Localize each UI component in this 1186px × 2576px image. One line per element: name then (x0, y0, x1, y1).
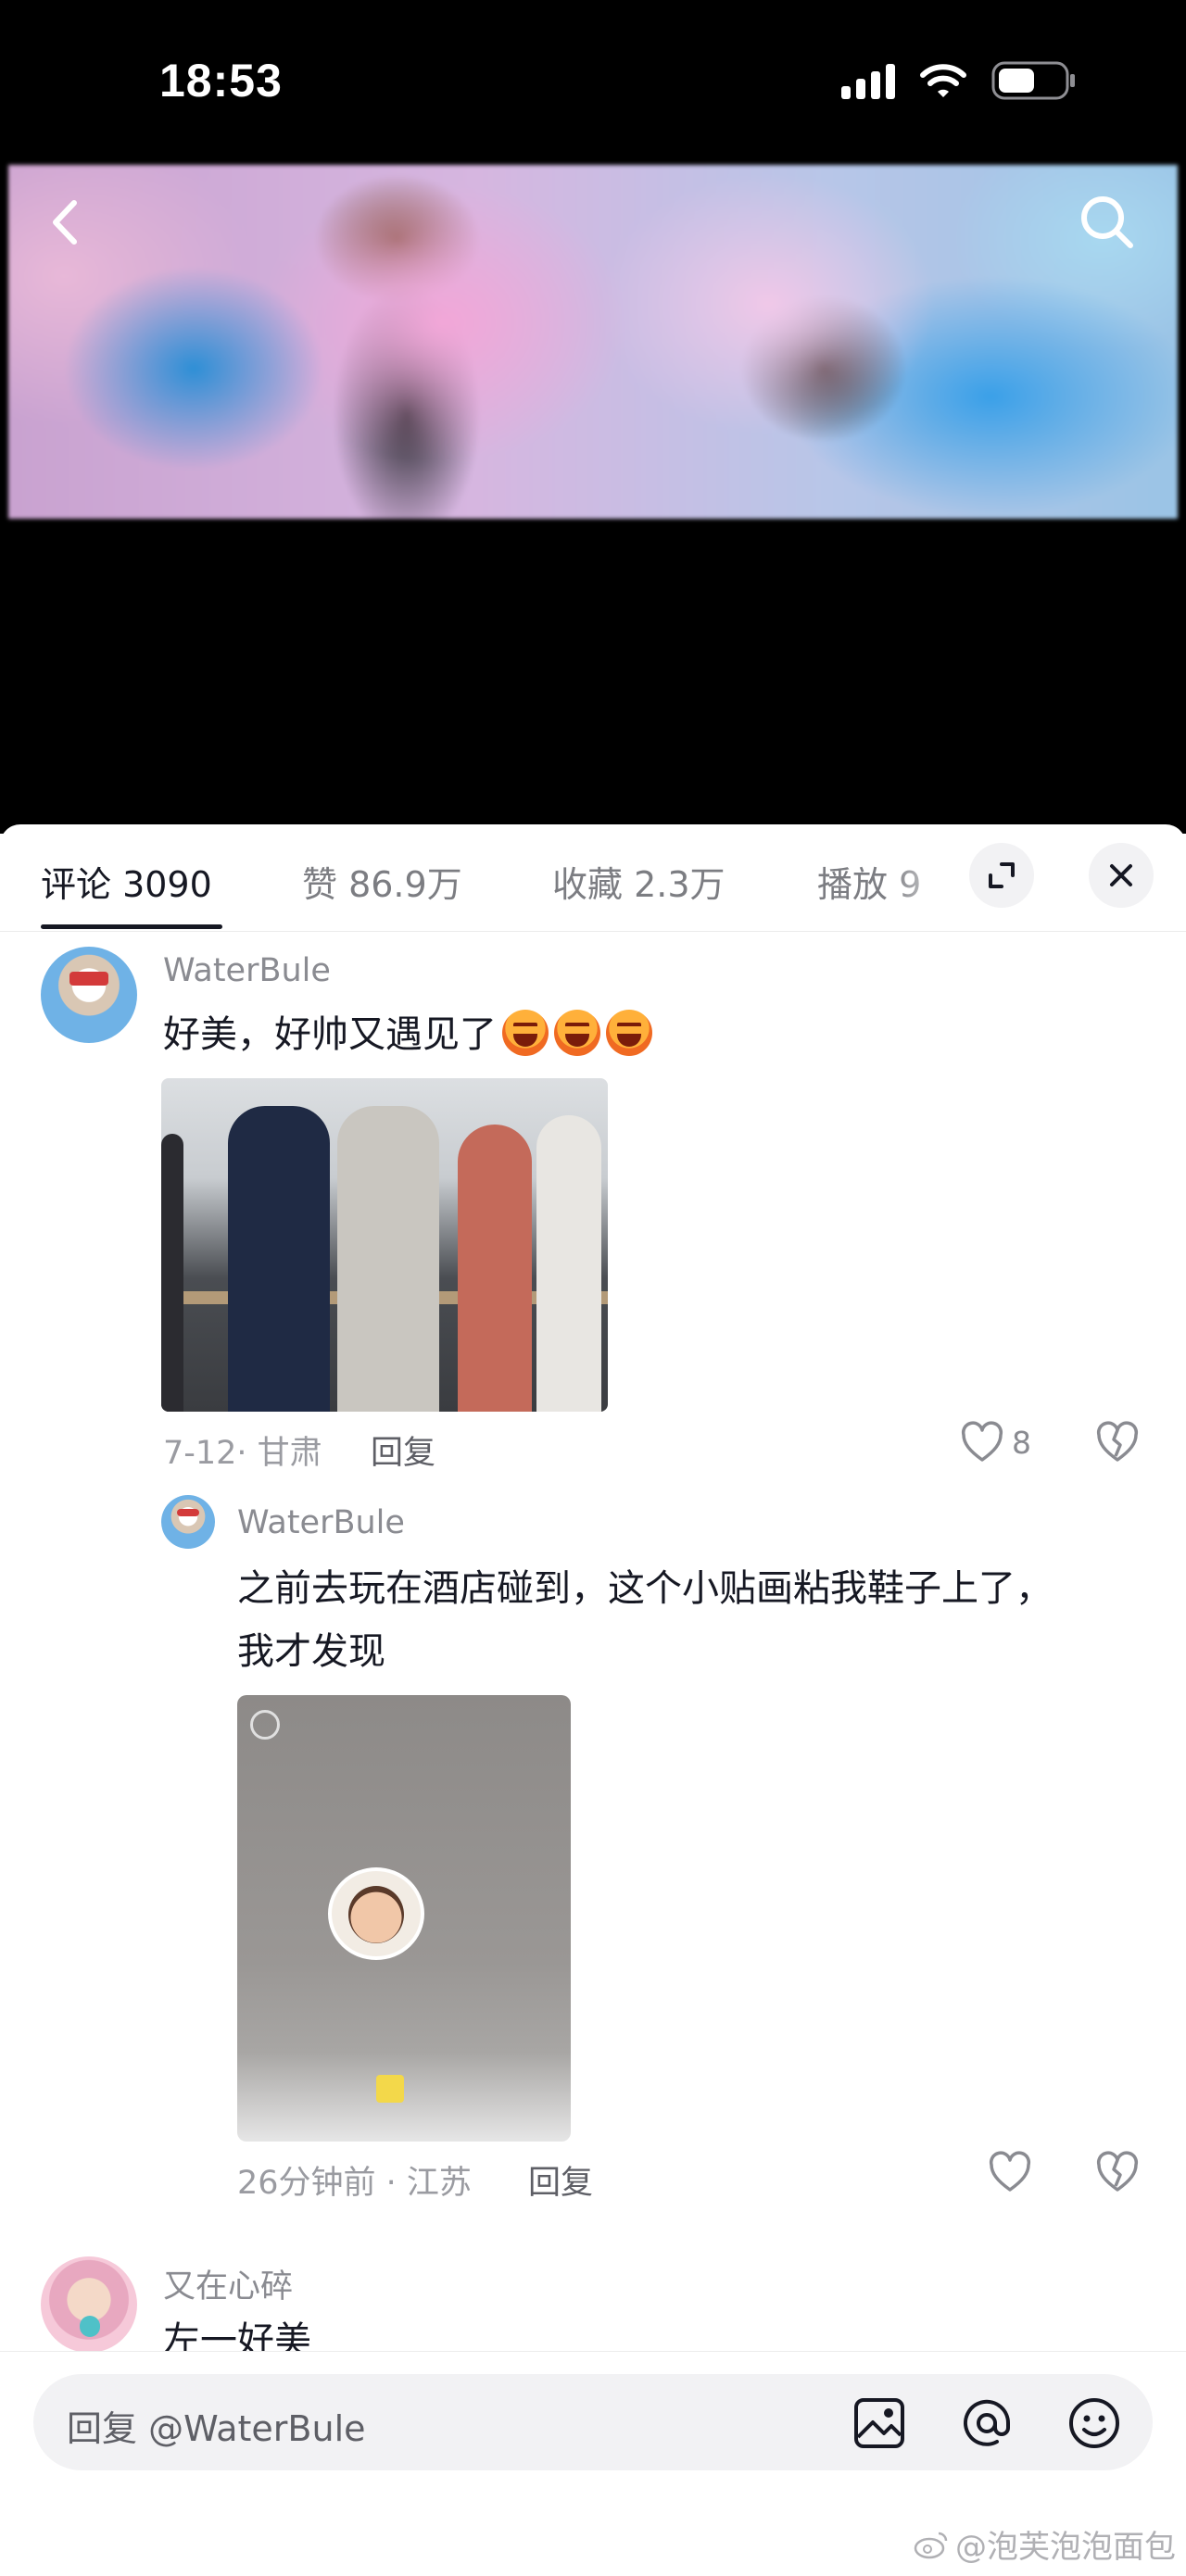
tab-fade (890, 843, 964, 917)
avatar[interactable] (41, 2256, 137, 2353)
reply-date-location: 26分钟前 · 江苏 (237, 2165, 472, 2202)
photo-person (458, 1125, 532, 1412)
at-icon[interactable] (954, 2391, 1019, 2456)
reply-text-line1: 之前去玩在酒店碰到，这个小贴画粘我鞋子上了， (237, 1567, 1053, 1610)
battery-icon (991, 61, 1077, 100)
emoji-icon[interactable] (1062, 2391, 1127, 2456)
angry-emoji-icon (554, 1010, 600, 1056)
photo-person (536, 1115, 601, 1412)
angry-emoji-icon (606, 1010, 652, 1056)
photo-person (337, 1106, 439, 1412)
avatar[interactable] (41, 947, 137, 1043)
comment-username[interactable]: WaterBule (163, 952, 331, 989)
reply-text-line2: 我才发现 (237, 1630, 385, 1673)
wifi-icon (919, 62, 967, 99)
angry-emoji-icon (502, 1010, 549, 1056)
comment-photo[interactable] (161, 1078, 608, 1412)
dislike-icon[interactable] (1095, 2151, 1140, 2197)
video-frame[interactable] (8, 165, 1178, 519)
watermark-text: @泡芙泡泡面包 (955, 2529, 1176, 2566)
close-icon[interactable] (1089, 843, 1154, 908)
dislike-icon[interactable] (1095, 1421, 1140, 1467)
weibo-icon (914, 2532, 948, 2558)
search-icon[interactable] (1075, 190, 1140, 255)
tab-indicator (41, 924, 222, 929)
status-time: 18:53 (159, 55, 283, 107)
comment-text: 好美，好帅又遇见了 (163, 1004, 652, 1065)
reply-button[interactable]: 回复 (371, 1426, 435, 1474)
comment-username[interactable]: 又在心碎 (163, 2260, 293, 2307)
image-icon[interactable] (847, 2391, 912, 2456)
heart-icon (961, 1421, 1003, 1462)
sticker (328, 1867, 424, 1960)
reply-button[interactable]: 回复 (528, 2156, 593, 2204)
video-area[interactable]: 18:53 (0, 0, 1186, 834)
heart-icon[interactable] (988, 2151, 1032, 2197)
live-photo-icon (250, 1710, 280, 1740)
tab-favorites[interactable]: 收藏 2.3万 (552, 856, 725, 907)
photo-person (161, 1134, 183, 1412)
status-icons (841, 61, 1077, 100)
back-icon[interactable] (37, 190, 93, 255)
signal-icon (841, 62, 895, 99)
reply-username[interactable]: WaterBule (237, 1504, 405, 1541)
tab-bar: 评论 3090 赞 86.9万 收藏 2.3万 播放 9 (0, 824, 1186, 932)
tab-likes[interactable]: 赞 86.9万 (302, 856, 462, 907)
comment-text-content: 好美，好帅又遇见了 (163, 1013, 497, 1056)
status-bar: 18:53 (0, 0, 1186, 162)
photo-person (228, 1106, 330, 1412)
like-count: 8 (1012, 1424, 1031, 1461)
comment-date-location: 7-12· 甘肃 (163, 1435, 322, 1472)
expand-icon[interactable] (969, 843, 1034, 908)
reply-input[interactable]: 回复 @WaterBule (33, 2374, 1153, 2470)
avatar[interactable] (161, 1495, 215, 1549)
tab-comments[interactable]: 评论 3090 (41, 856, 212, 907)
reply-placeholder: 回复 @WaterBule (67, 2408, 366, 2449)
like-button[interactable]: 8 (960, 1421, 1031, 1464)
reply-photo[interactable] (237, 1695, 571, 2142)
watermark: @泡芙泡泡面包 (913, 2521, 1176, 2567)
photo-detail (376, 2075, 404, 2103)
